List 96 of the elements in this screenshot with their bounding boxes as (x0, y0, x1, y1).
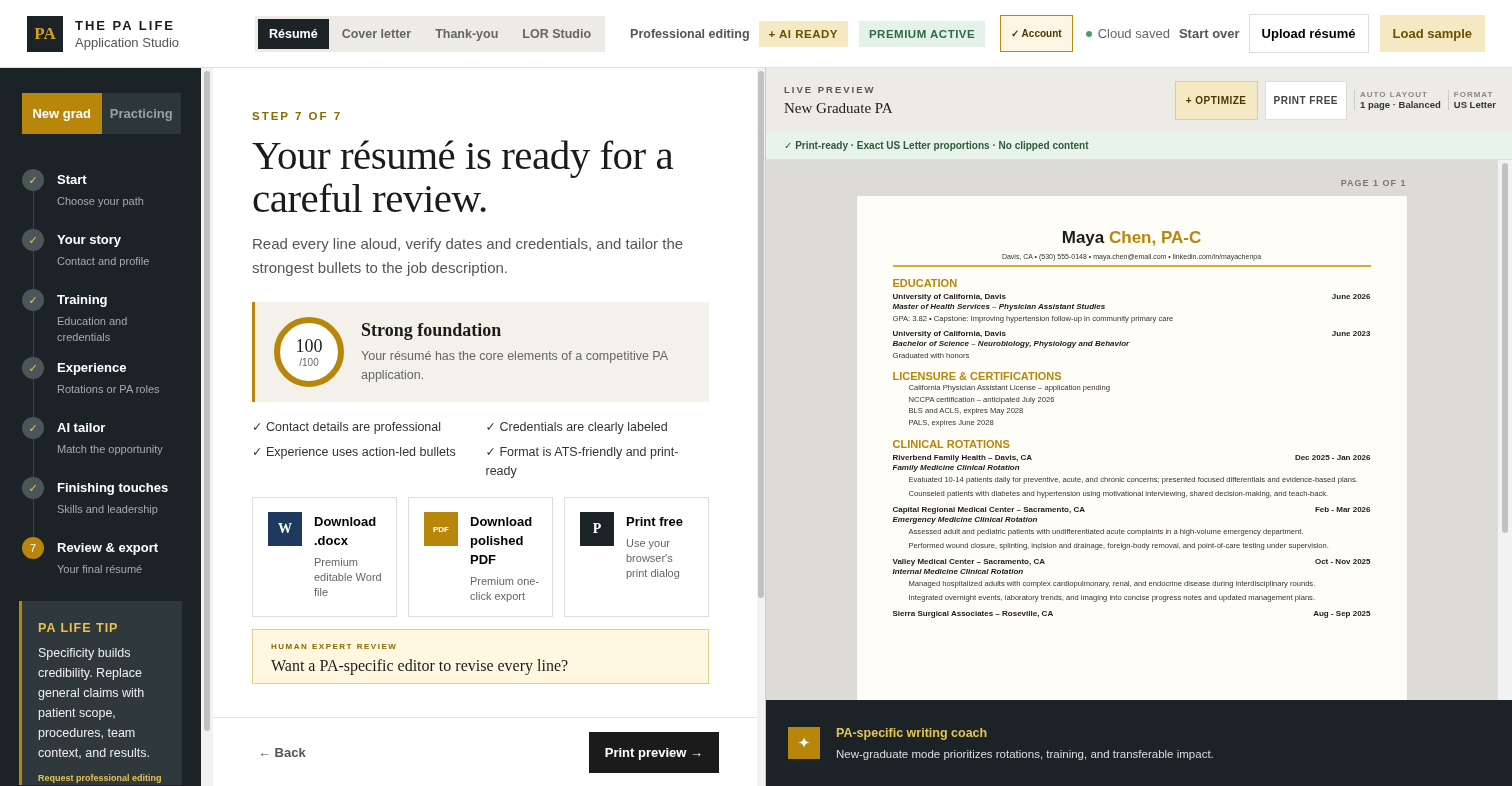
export-card[interactable]: P Print free Use your browser's print dialog (564, 497, 709, 617)
document-tab[interactable]: LOR Studio (511, 18, 603, 49)
step-title[interactable]: Start (57, 172, 144, 187)
preview-title: New Graduate PA (784, 99, 893, 117)
save-status: Cloud saved (1097, 26, 1170, 41)
page-counter: PAGE 1 OF 1 (1339, 178, 1407, 188)
resume-date: Oct - Nov 2025 (1314, 557, 1371, 566)
check-item: ✓ Credentials are clearly labeled (485, 419, 669, 436)
print-free-button[interactable]: PRINT FREE (1264, 80, 1347, 120)
upload-button[interactable]: Upload résumé (1248, 14, 1369, 53)
resume-organization: Valley Medical Center – Sacramento, CA (892, 557, 1045, 566)
step-title[interactable]: Experience (57, 360, 160, 375)
brand-name: THE PA LIFE (75, 17, 176, 33)
step-check-marker: ✓ (22, 357, 44, 379)
resume-date: Feb - Mar 2026 (1314, 505, 1371, 514)
scrollbar[interactable] (757, 68, 765, 786)
meta-label: AUTO LAYOUT (1360, 90, 1429, 99)
score-max: /100 (299, 357, 319, 368)
step-subtitle: Rotations or PA roles (57, 382, 160, 397)
account-button[interactable]: ✓ Account (1000, 15, 1073, 52)
step-check-marker: ✓ (22, 289, 44, 311)
resume-role: Family Medicine Clinical Rotation (892, 463, 1021, 472)
resume-section-title: EDUCATION (892, 277, 959, 289)
step-check-marker: ✓ (22, 169, 44, 191)
step-subtitle: Choose your path (57, 194, 144, 209)
resume-role: Internal Medicine Clinical Rotation (892, 567, 1025, 576)
resume-section-title: LICENSURE & CERTIFICATIONS (892, 370, 1063, 382)
step-label: STEP 7 OF 7 (252, 110, 344, 122)
status-dot-icon (1085, 30, 1092, 37)
step-subtitle: Your final résumé (57, 562, 144, 577)
resume-date: June 2026 (1331, 292, 1371, 301)
tip-title: PA LIFE TIP (38, 621, 120, 635)
resume-organization: University of California, Davis (892, 329, 1006, 338)
check-item: ✓ Contact details are professional (252, 419, 443, 436)
step-title[interactable]: AI tailor (57, 420, 163, 435)
mode-option[interactable]: Practicing (101, 93, 181, 134)
resume-role: Bachelor of Science – Neurobiology, Physiology and Behavior (892, 339, 1131, 348)
coach-title: PA-specific writing coach (836, 726, 989, 740)
editing-link[interactable]: Professional editing (630, 26, 750, 41)
step-title[interactable]: Finishing touches (57, 480, 169, 495)
expert-heading: Want a PA-specific editor to revise every line? (271, 657, 570, 675)
step-subtitle: Skills and leadership (57, 502, 159, 517)
step-check-marker: ✓ (22, 229, 44, 251)
resume-organization: Sierra Surgical Associates – Roseville, CA (892, 609, 1054, 618)
resume-date: Aug - Sep 2025 (1313, 609, 1371, 618)
resume-role: Emergency Medicine Clinical Rotation (892, 515, 1039, 524)
export-card[interactable]: PDF Download polished PDF Premium one-click export (408, 497, 553, 617)
preview-eyebrow: LIVE PREVIEW (784, 83, 877, 95)
score-value: 100 (295, 336, 323, 357)
document-tab[interactable]: Cover letter (330, 18, 423, 49)
intro-text: Read every line aloud, verify dates and credentials, and tailor the strongest bullets to the job description. (252, 234, 685, 278)
check-item: ✓ Experience uses action-led bullets (252, 444, 457, 461)
sparkle-icon: ✦ (788, 727, 820, 759)
scrollbar[interactable] (201, 68, 213, 786)
optimize-button[interactable]: + OPTIMIZE (1174, 80, 1258, 120)
meta-label: FORMAT (1453, 90, 1495, 99)
step-title[interactable]: Training (57, 292, 182, 307)
brand-subtitle: Application Studio (75, 34, 181, 50)
coach-text: New-graduate mode prioritizes rotations, training, and transferable impact. (836, 748, 1214, 760)
page-heading: Your résumé is ready for a careful review. (252, 134, 675, 220)
step-check-marker: ✓ (22, 477, 44, 499)
resume-role: Master of Health Services – Physician Assistant Studies (892, 302, 1107, 311)
score-title: Strong foundation (361, 319, 503, 341)
resume-organization: Riverbend Family Health – Davis, CA (892, 453, 1033, 462)
step-check-marker: ✓ (22, 417, 44, 439)
scrollbar[interactable] (1497, 160, 1512, 700)
resume-name: Maya Chen, PA-C (1060, 228, 1203, 248)
step-title[interactable]: Review & export (57, 540, 159, 555)
expert-eyebrow: HUMAN EXPERT REVIEW (271, 642, 399, 651)
step-subtitle: Education and credentials (57, 314, 129, 345)
score-text: Your résumé has the core elements of a competitive PA application. (361, 347, 669, 384)
logo: PA (27, 15, 63, 52)
load-sample-button[interactable]: Load sample (1379, 15, 1485, 52)
print-ready-banner: ✓ Print-ready · Exact US Letter proportions · No clipped content (766, 132, 1512, 160)
resume-date: Dec 2025 - Jan 2026 (1294, 453, 1371, 462)
step-title[interactable]: Your story (57, 232, 150, 247)
resume-date: June 2023 (1331, 329, 1371, 338)
export-card[interactable]: W Download .docx Premium editable Word file (252, 497, 397, 617)
resume-organization: University of California, Davis (892, 292, 1006, 301)
step-subtitle: Match the opportunity (57, 442, 163, 457)
check-item: ✓ Format is ATS-friendly and print-ready (485, 444, 680, 480)
step-number-marker: 7 (22, 537, 44, 559)
document-tab[interactable]: Résumé (258, 18, 329, 49)
premium-badge: PREMIUM ACTIVE (858, 20, 986, 47)
resume-organization: Capital Regional Medical Center – Sacramento, CA (892, 505, 1085, 514)
resume-section-title: CLINICAL ROTATIONS (892, 438, 1011, 450)
print-preview-button[interactable]: Print preview → (588, 731, 719, 773)
start-over-link[interactable]: Start over (1178, 26, 1240, 41)
tip-text: Specificity builds credibility. Replace general claims with patient scope, procedures, team context, and results. (38, 645, 151, 762)
meta-value: 1 page · Balanced (1360, 99, 1441, 110)
ai-ready-badge: + AI READY (758, 20, 848, 47)
document-tab[interactable]: Thank-you (424, 18, 510, 49)
editing-link[interactable]: Request professional editing (38, 773, 162, 783)
step-subtitle: Contact and profile (57, 254, 150, 269)
meta-value: US Letter (1453, 99, 1496, 110)
back-button[interactable]: ← Back (252, 743, 312, 761)
